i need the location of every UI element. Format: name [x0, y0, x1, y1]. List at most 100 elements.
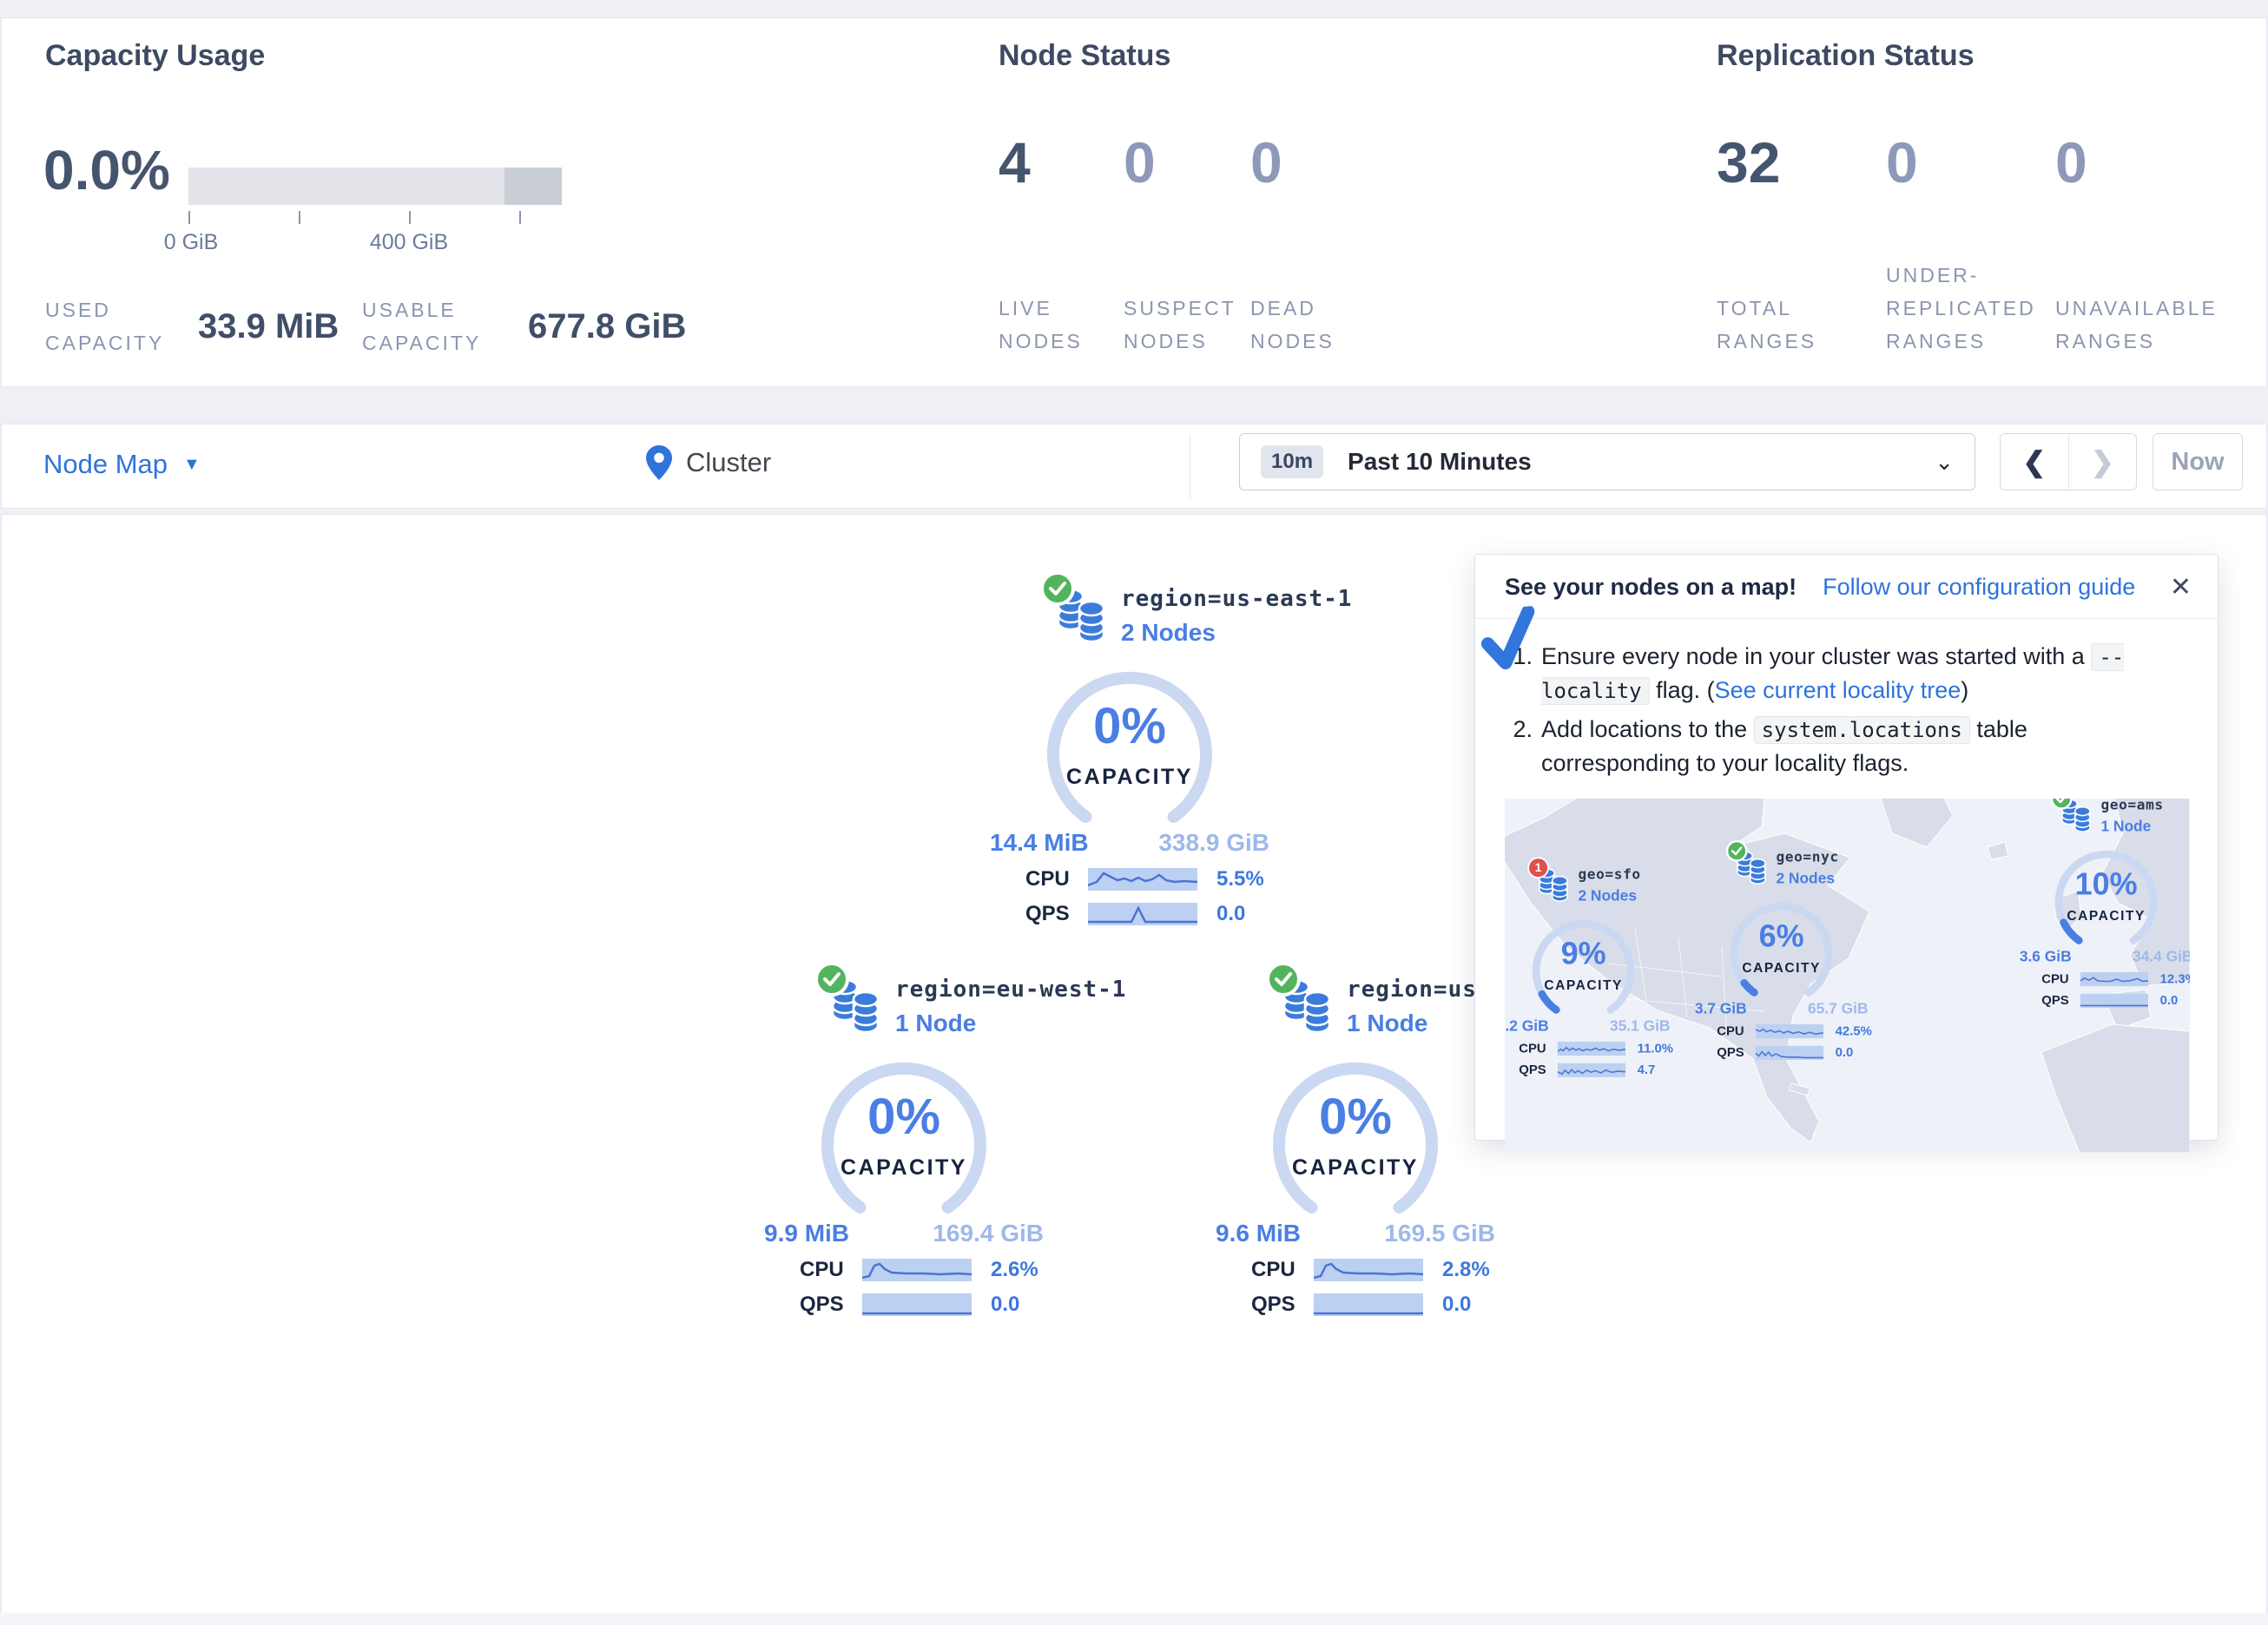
capacity-gauge: 0% CAPACITY: [1030, 659, 1230, 832]
total-ranges-label: TOTAL RANGES: [1717, 293, 1856, 359]
total-capacity: 65.7 GiB: [1808, 1000, 1868, 1017]
qps-label: QPS: [1251, 1293, 1302, 1317]
nodes-count-link[interactable]: 1 Node: [2100, 818, 2163, 835]
used-capacity-label: USED CAPACITY: [45, 294, 175, 360]
node-group[interactable]: 1 geo=sfo 2 Nodes: [1505, 865, 1676, 1078]
total-capacity: 169.4 GiB: [933, 1220, 1044, 1247]
replication-status-title: Replication Status: [1717, 39, 1975, 73]
suspect-nodes-label: SUSPECT NODES: [1124, 293, 1243, 359]
total-capacity: 169.5 GiB: [1384, 1220, 1495, 1247]
unavailable-ranges-label: UNAVAILABLE RANGES: [2055, 293, 2229, 359]
healthy-check-icon: [1725, 839, 1748, 862]
qps-sparkline: [1558, 1062, 1625, 1076]
qps-sparkline: [862, 1293, 972, 1316]
capacity-usage-title: Capacity Usage: [45, 39, 265, 73]
used-capacity: 14.4 MiB: [990, 829, 1089, 857]
time-range-label: Past 10 Minutes: [1348, 448, 1532, 476]
capacity-caption: CAPACITY: [804, 1155, 1004, 1181]
qps-sparkline: [1314, 1293, 1423, 1316]
qps-value: 0.0: [1836, 1045, 1854, 1060]
node-group[interactable]: region=us-west-1 1 Node 0% CAPACITY 9.6 …: [1206, 973, 1505, 1317]
cpu-value: 12.3%: [2160, 971, 2190, 986]
time-range-badge: 10m: [1261, 445, 1323, 478]
qps-sparkline: [1756, 1045, 1823, 1059]
qps-label: QPS: [1519, 1062, 1550, 1077]
capacity-percent: 0.0%: [43, 138, 170, 202]
used-capacity: 9.6 MiB: [1216, 1220, 1301, 1247]
healthy-check-icon: [1265, 961, 1302, 997]
capacity-bar-chart: [188, 168, 562, 205]
cpu-value: 11.0%: [1638, 1041, 1673, 1056]
time-range-selector[interactable]: 10m Past 10 Minutes ⌄: [1239, 433, 1975, 490]
qps-label: QPS: [2041, 993, 2073, 1008]
setup-step-1: 1. Ensure every node in your cluster was…: [1507, 640, 2186, 707]
qps-value: 0.0: [991, 1293, 1019, 1317]
used-capacity: 3.2 GiB: [1505, 1017, 1549, 1035]
node-map-dashboard: Capacity Usage 0.0% 0 GiB 400 GiB USED C…: [0, 0, 2268, 1625]
healthy-check-icon: [1039, 570, 1076, 607]
example-node-map: 1 geo=sfo 2 Nodes: [1505, 799, 2190, 1153]
close-icon[interactable]: ✕: [2170, 572, 2192, 602]
time-back-button[interactable]: ❮: [2001, 434, 2069, 490]
nodes-count-link[interactable]: 1 Node: [895, 1010, 1126, 1037]
node-group[interactable]: geo=ams 1 Node 10% CAPACITY 3.6 GiB 34.4…: [2014, 799, 2190, 1009]
time-forward-button[interactable]: ❯: [2069, 434, 2137, 490]
usable-capacity-label: USABLE CAPACITY: [362, 294, 505, 360]
node-group[interactable]: region=eu-west-1 1 Node 0% CAPACITY 9.9 …: [755, 973, 1053, 1317]
node-status-title: Node Status: [999, 39, 1170, 73]
qps-value: 0.0: [1442, 1293, 1471, 1317]
view-toolbar: Node Map ▼ Cluster 10m Past 10 Minutes ⌄…: [1, 424, 2267, 509]
cpu-sparkline: [2080, 972, 2148, 986]
node-group[interactable]: geo=nyc 2 Nodes 6% CAPACITY 3.7 GiB 65.7…: [1689, 847, 1874, 1061]
view-selector-dropdown[interactable]: Node Map ▼: [43, 449, 201, 480]
now-button[interactable]: Now: [2153, 433, 2243, 490]
view-selector-label: Node Map: [43, 449, 168, 480]
qps-value: 0.0: [2160, 993, 2179, 1008]
time-step-buttons: ❮ ❯: [2000, 433, 2137, 490]
under-replicated-count: 0: [1886, 131, 2060, 194]
live-nodes-label: LIVE NODES: [999, 293, 1113, 359]
qps-label: QPS: [1025, 902, 1076, 926]
usable-capacity-value: 677.8 GiB: [528, 307, 686, 346]
chevron-down-icon: ▼: [183, 455, 201, 475]
nodes-count-link[interactable]: 2 Nodes: [1776, 870, 1838, 887]
nodes-count-link[interactable]: 2 Nodes: [1121, 619, 1352, 647]
cpu-value: 42.5%: [1836, 1023, 1872, 1038]
cpu-label: CPU: [2041, 971, 2073, 986]
cpu-sparkline: [1314, 1259, 1423, 1281]
qps-sparkline: [1088, 903, 1197, 925]
healthy-check-icon: [814, 961, 850, 997]
region-label: region=eu-west-1: [895, 973, 1126, 1003]
capacity-gauge: 0% CAPACITY: [1256, 1049, 1455, 1223]
used-capacity: 9.9 MiB: [764, 1220, 849, 1247]
nodes-count-link[interactable]: 2 Nodes: [1578, 887, 1640, 905]
capacity-percent: 10%: [2044, 865, 2168, 902]
qps-label: QPS: [1717, 1045, 1748, 1060]
capacity-caption: CAPACITY: [2044, 908, 2168, 924]
capacity-percent: 9%: [1521, 935, 1645, 971]
region-label: geo=sfo: [1578, 865, 1640, 883]
warning-badge-icon: 1: [1527, 857, 1549, 878]
step-done-check-icon: [1478, 606, 1541, 673]
cluster-summary-panel: Capacity Usage 0.0% 0 GiB 400 GiB USED C…: [1, 17, 2267, 387]
capacity-gauge: 6% CAPACITY: [1719, 894, 1843, 1002]
capacity-caption: CAPACITY: [1256, 1155, 1455, 1181]
used-capacity-value: 33.9 MiB: [198, 307, 339, 346]
total-ranges-count: 32: [1717, 131, 1856, 194]
breadcrumb-label: Cluster: [686, 447, 771, 478]
locality-tree-link[interactable]: See current locality tree: [1715, 677, 1961, 703]
region-label: geo=nyc: [1776, 847, 1838, 865]
locality-setup-popup: See your nodes on a map! Follow our conf…: [1474, 554, 2219, 1141]
breadcrumb[interactable]: Cluster: [646, 445, 771, 480]
region-label: region=us-east-1: [1121, 582, 1352, 612]
cpu-sparkline: [862, 1259, 972, 1281]
cpu-sparkline: [1756, 1024, 1823, 1038]
cpu-label: CPU: [1025, 867, 1076, 891]
capacity-bar-reserved-segment: [504, 168, 562, 205]
qps-sparkline: [2080, 993, 2148, 1007]
node-group[interactable]: region=us-east-1 2 Nodes 0% CAPACITY 14.…: [980, 582, 1279, 926]
configuration-guide-link[interactable]: Follow our configuration guide: [1823, 574, 2135, 601]
setup-step-2: 2. Add locations to the system.locations…: [1507, 713, 2186, 780]
dead-nodes-label: DEAD NODES: [1250, 293, 1363, 359]
capacity-axis-label-0: 0 GiB: [164, 230, 219, 255]
